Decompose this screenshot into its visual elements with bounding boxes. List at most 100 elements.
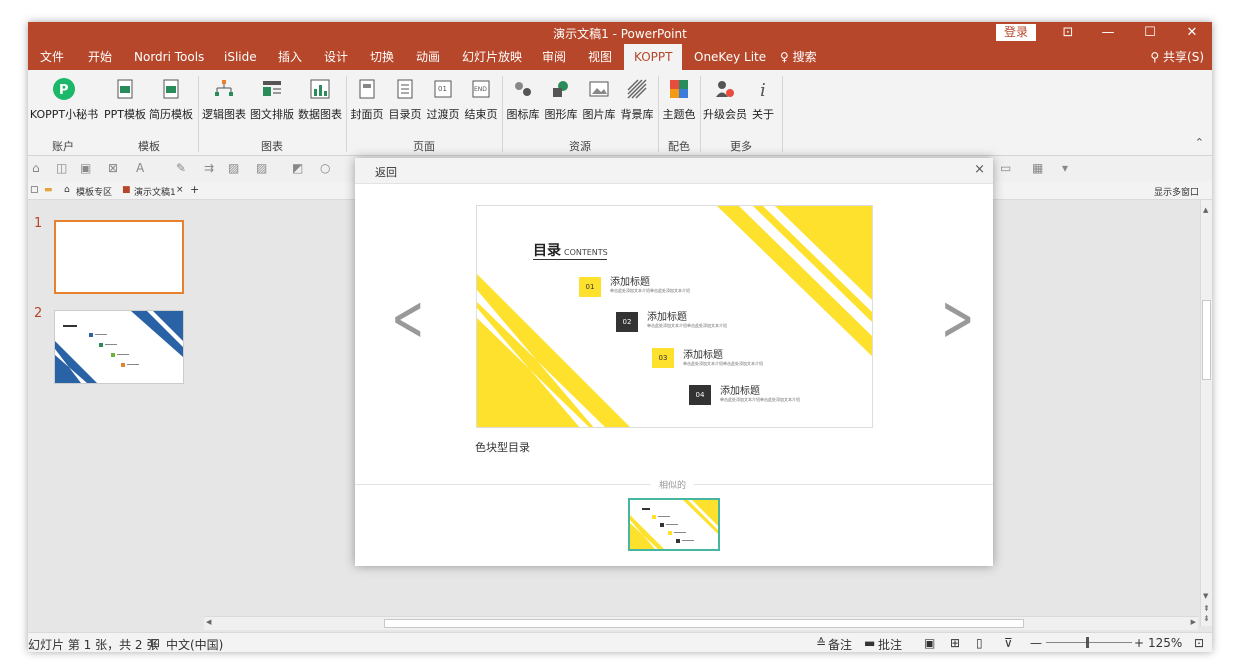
shape-library-button[interactable]: 图形库	[542, 78, 580, 130]
login-button[interactable]: 登录	[996, 24, 1036, 41]
theme-color-button[interactable]: 主题色	[660, 78, 698, 130]
next-slide-icon[interactable]: ⇟	[1203, 614, 1210, 623]
fit-to-window-icon[interactable]: ⊡	[1194, 636, 1204, 650]
scroll-right-icon[interactable]: ▶	[1191, 618, 1196, 626]
tell-me-search[interactable]: ♀ 搜索	[774, 44, 823, 70]
back-button[interactable]: 返回	[375, 164, 397, 180]
close-dialog-button[interactable]: ×	[974, 162, 985, 177]
vertical-scroll-thumb[interactable]	[1202, 300, 1211, 380]
zoom-level[interactable]: 125%	[1148, 636, 1182, 650]
slide-thumbnail-1[interactable]	[54, 220, 184, 294]
toolbar-tool-icon[interactable]: ◩	[292, 161, 303, 175]
tab-insert[interactable]: 插入	[272, 44, 308, 70]
shape-circle-icon[interactable]: ○	[320, 161, 330, 175]
tab-animations[interactable]: 动画	[410, 44, 446, 70]
slide-sorter-icon[interactable]: ⊞	[950, 636, 960, 650]
about-button[interactable]: i 关于	[748, 78, 778, 130]
notes-button[interactable]: 备注	[828, 636, 852, 652]
ribbon-display-options-icon[interactable]: ⊡	[1050, 24, 1086, 42]
background-library-button[interactable]: 背景库	[618, 78, 656, 130]
horizontal-scroll-thumb[interactable]	[384, 619, 1024, 628]
cover-page-icon	[359, 79, 375, 99]
home-icon[interactable]: ⌂	[64, 185, 70, 195]
transition-page-button[interactable]: 01 过渡页	[424, 78, 462, 130]
toc-page-button[interactable]: 目录页	[386, 78, 424, 130]
template-preview[interactable]: 目录 CONTENTS 01 添加标题 单击此处添加文本介绍单击此处添加文本介绍 …	[476, 205, 873, 428]
data-chart-button[interactable]: 数据图表	[296, 78, 344, 130]
tab-koppt[interactable]: KOPPT	[624, 44, 683, 70]
add-tab-icon[interactable]: +	[190, 183, 199, 196]
toolbar-tool-icon[interactable]: ⌂	[32, 161, 40, 175]
zoom-out-button[interactable]: —	[1030, 636, 1042, 650]
picture-icon[interactable]: ▨	[228, 161, 239, 175]
scroll-up-icon[interactable]: ▲	[1203, 206, 1208, 214]
end-page-button[interactable]: END 结束页	[462, 78, 500, 130]
tab-view[interactable]: 视图	[582, 44, 618, 70]
notes-icon: ≙	[816, 636, 827, 650]
next-template-arrow-icon[interactable]: >	[941, 282, 975, 356]
maximize-button[interactable]: ☐	[1132, 24, 1168, 42]
picture-icon[interactable]: ▨	[256, 161, 267, 175]
toolbar-tool-icon[interactable]: ⇉	[204, 161, 214, 175]
group-separator	[502, 76, 503, 152]
horizontal-scrollbar[interactable]: ◀ ▶	[204, 616, 1198, 630]
folder-icon[interactable]: ▬	[44, 185, 53, 195]
cover-page-button[interactable]: 封面页	[348, 78, 386, 130]
normal-view-icon[interactable]: ▣	[924, 636, 935, 650]
vertical-scrollbar[interactable]: ▲ ▼ ⇞ ⇟	[1200, 200, 1212, 626]
logic-chart-button[interactable]: 逻辑图表	[200, 78, 248, 130]
close-tab-icon[interactable]: ×	[176, 185, 184, 195]
scroll-down-icon[interactable]: ▼	[1203, 592, 1208, 600]
zoom-in-button[interactable]: +	[1134, 636, 1144, 650]
toolbar-tool-icon[interactable]: ▭	[1000, 161, 1011, 175]
upgrade-member-button[interactable]: 升级会员	[702, 78, 748, 130]
toolbar-tool-icon[interactable]: ▣	[80, 161, 91, 175]
font-color-icon[interactable]: A	[136, 161, 144, 175]
template-zone-tab[interactable]: 模板专区	[76, 185, 112, 198]
image-library-button[interactable]: 图片库	[580, 78, 618, 130]
spellcheck-icon[interactable]: ⊡	[150, 636, 160, 650]
tab-slideshow[interactable]: 幻灯片放映	[456, 44, 528, 70]
tab-design[interactable]: 设计	[318, 44, 354, 70]
file-tab[interactable]: 演示文稿1	[134, 185, 176, 198]
grid-icon[interactable]: ▦	[1032, 161, 1043, 175]
scroll-left-icon[interactable]: ◀	[206, 618, 211, 626]
tab-onekey-lite[interactable]: OneKey Lite	[688, 44, 772, 70]
title-underline	[533, 259, 607, 260]
similar-thumbnail-graphic	[630, 500, 718, 549]
slideshow-view-icon[interactable]: ⊽	[1004, 636, 1013, 650]
show-multi-window-button[interactable]: 显示多窗口	[1154, 185, 1199, 198]
background-library-icon	[627, 79, 647, 99]
reading-view-icon[interactable]: ▯	[976, 636, 983, 650]
zoom-slider-track[interactable]	[1046, 642, 1132, 643]
tab-home[interactable]: 开始	[82, 44, 118, 70]
toolbar-more-icon[interactable]: ▾	[1062, 161, 1068, 175]
icon-library-button[interactable]: 图标库	[504, 78, 542, 130]
tab-file[interactable]: 文件	[34, 44, 70, 70]
tab-transitions[interactable]: 切换	[364, 44, 400, 70]
resume-template-button[interactable]: 简历模板	[148, 78, 194, 130]
slide-thumbnail-2[interactable]	[54, 310, 184, 384]
tab-nordri-tools[interactable]: Nordri Tools	[128, 44, 210, 70]
layout-button[interactable]: 图文排版	[248, 78, 296, 130]
similar-template-thumbnail[interactable]	[628, 498, 720, 551]
previous-template-arrow-icon[interactable]: <	[391, 282, 425, 356]
koppt-assistant-button[interactable]: P KOPPT小秘书	[28, 78, 100, 130]
comments-button[interactable]: 批注	[878, 636, 902, 652]
zoom-slider-thumb[interactable]	[1086, 637, 1089, 648]
minimize-button[interactable]: —	[1090, 24, 1126, 42]
ppt-template-button[interactable]: PPT模板	[102, 78, 148, 130]
tab-review[interactable]: 审阅	[536, 44, 572, 70]
comments-icon: ▬	[864, 636, 876, 650]
tab-islide[interactable]: iSlide	[218, 44, 263, 70]
previous-slide-icon[interactable]: ⇞	[1203, 604, 1210, 613]
eyedropper-icon[interactable]: ✎	[176, 161, 186, 175]
slide-toc-title: 目录 CONTENTS	[533, 243, 608, 259]
close-window-button[interactable]: ✕	[1174, 24, 1210, 42]
toolbar-tool-icon[interactable]: ◫	[56, 161, 67, 175]
share-button[interactable]: ⚲ 共享(S)	[1150, 44, 1204, 70]
new-file-icon[interactable]: ▢	[30, 185, 39, 195]
language-indicator[interactable]: 中文(中国)	[166, 636, 223, 652]
collapse-ribbon-icon[interactable]: ⌃	[1195, 136, 1204, 149]
toolbar-tool-icon[interactable]: ⊠	[108, 161, 118, 175]
